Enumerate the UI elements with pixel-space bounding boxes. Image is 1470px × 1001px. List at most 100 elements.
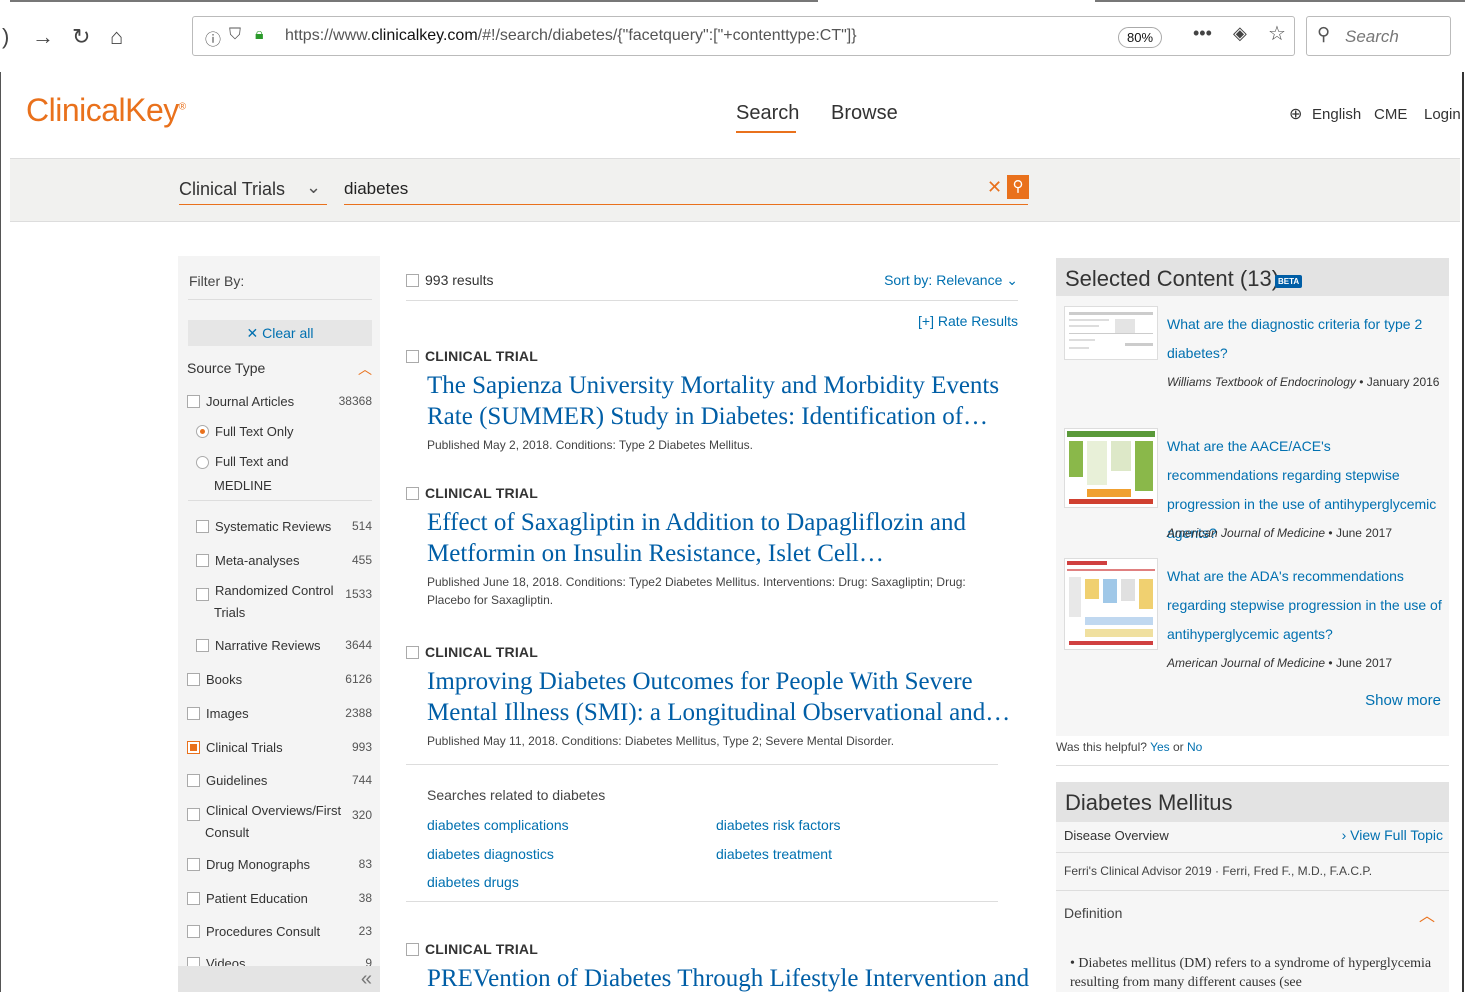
- filter-count: 744: [351, 773, 372, 787]
- content-type-select[interactable]: Clinical Trials: [179, 179, 285, 200]
- filter-patient-education[interactable]: Patient Education: [187, 891, 308, 906]
- selected-question-link[interactable]: What are the diagnostic criteria for typ…: [1167, 310, 1443, 368]
- feedback-no-link[interactable]: No: [1187, 740, 1202, 754]
- collapse-panel-button[interactable]: «: [178, 966, 380, 992]
- topic-title: Diabetes Mellitus: [1065, 790, 1233, 815]
- result-type[interactable]: CLINICAL TRIAL: [406, 941, 538, 957]
- feedback-yes-link[interactable]: Yes: [1150, 740, 1170, 754]
- flowchart-thumbnail[interactable]: [1064, 428, 1158, 508]
- result-item: CLINICAL TRIAL Improving Diabetes Outcom…: [406, 644, 1018, 754]
- related-search-link[interactable]: diabetes diagnostics: [427, 846, 554, 862]
- lock-icon[interactable]: 🔒︎: [255, 26, 264, 44]
- selected-question-link[interactable]: What are the ADA's recommendations regar…: [1167, 562, 1443, 649]
- definition-text: • Diabetes mellitus (DM) refers to a syn…: [1070, 956, 1432, 990]
- clear-all-button[interactable]: ✕ Clear all: [188, 320, 372, 346]
- clinicalkey-logo[interactable]: ClinicalKey®: [26, 92, 186, 129]
- related-search-link[interactable]: diabetes treatment: [716, 846, 832, 862]
- filter-count: 514: [351, 519, 372, 533]
- result-type[interactable]: CLINICAL TRIAL: [406, 485, 538, 501]
- globe-icon[interactable]: ⊕: [1289, 104, 1302, 124]
- result-meta: Published May 2, 2018. Conditions: Type …: [427, 438, 753, 452]
- select-underline: [179, 204, 327, 205]
- bookmark-star-icon[interactable]: ☆: [1268, 21, 1286, 46]
- result-item: CLINICAL TRIAL Effect of Saxagliptin in …: [406, 485, 1018, 625]
- topic-header: Diabetes Mellitus: [1056, 782, 1449, 822]
- zoom-indicator[interactable]: 80%: [1118, 27, 1163, 48]
- beta-badge: BETA: [1275, 275, 1303, 288]
- result-title-link[interactable]: Improving Diabetes Outcomes for People W…: [427, 666, 1012, 728]
- view-full-topic-link[interactable]: › View Full Topic: [1342, 827, 1443, 843]
- chevron-up-icon[interactable]: ︿: [1419, 902, 1435, 926]
- rate-results-link[interactable]: [+] Rate Results: [918, 313, 1018, 329]
- filter-journal-articles[interactable]: Journal Articles: [187, 394, 294, 409]
- result-title-link[interactable]: Effect of Saxagliptin in Addition to Dap…: [427, 507, 1012, 569]
- back-button[interactable]: ): [2, 24, 9, 50]
- forward-button[interactable]: →: [32, 24, 54, 50]
- home-button[interactable]: ⌂: [110, 24, 123, 50]
- browser-search-box[interactable]: ⚲ Search: [1306, 16, 1451, 56]
- chevron-down-icon[interactable]: ⌄: [306, 177, 321, 198]
- input-underline: [344, 204, 1028, 205]
- address-bar[interactable]: ⓘ ⛉ 🔒︎ https://www.clinicalkey.com/#!/se…: [192, 16, 1295, 56]
- result-meta: Published May 11, 2018. Conditions: Diab…: [427, 734, 895, 748]
- related-search-link[interactable]: diabetes risk factors: [716, 817, 841, 833]
- related-search-link[interactable]: diabetes complications: [427, 817, 569, 833]
- nav-search-tab[interactable]: Search: [736, 102, 799, 125]
- selected-content-header: Selected Content (13) BETA: [1056, 258, 1449, 296]
- filter-images[interactable]: Images: [187, 706, 249, 721]
- url-text[interactable]: https://www.clinicalkey.com/#!/search/di…: [285, 27, 857, 45]
- select-all-results[interactable]: 993 results: [406, 272, 493, 288]
- related-heading: Searches related to diabetes: [427, 787, 606, 803]
- shield-icon[interactable]: ⛉: [229, 26, 241, 44]
- filter-count: 38: [358, 891, 372, 905]
- search-input[interactable]: diabetes: [344, 179, 408, 199]
- filter-clinical-overviews[interactable]: Clinical Overviews/First Consult: [187, 800, 347, 844]
- page-actions-icon[interactable]: •••: [1193, 23, 1212, 44]
- pocket-icon[interactable]: ◈: [1233, 23, 1247, 44]
- chevron-down-icon: ⌄: [1006, 272, 1018, 288]
- radio-full-text-medline[interactable]: Full Text and MEDLINE: [196, 450, 306, 498]
- result-type[interactable]: CLINICAL TRIAL: [406, 348, 538, 364]
- filter-drug-monographs[interactable]: Drug Monographs: [187, 857, 310, 872]
- chevron-up-icon[interactable]: ︿: [358, 359, 372, 379]
- window-edge: [0, 0, 1, 992]
- result-item: CLINICAL TRIAL PREVention of Diabetes Th…: [406, 941, 1029, 1001]
- result-type[interactable]: CLINICAL TRIAL: [406, 644, 538, 660]
- login-link[interactable]: Login: [1424, 106, 1461, 123]
- divider: [1056, 765, 1449, 766]
- panel-title: Selected Content (13): [1065, 266, 1280, 291]
- chevron-right-icon: ›: [1341, 827, 1351, 843]
- chart-thumbnail[interactable]: [1064, 558, 1158, 650]
- search-icon: ⚲: [1317, 24, 1331, 44]
- selected-source: American Journal of Medicine • June 2017: [1167, 526, 1393, 540]
- filter-guidelines[interactable]: Guidelines: [187, 773, 267, 788]
- selected-content-panel: Selected Content (13) BETA What are the …: [1056, 258, 1449, 736]
- divider: [1056, 890, 1449, 891]
- result-item: CLINICAL TRIAL The Sapienza University M…: [406, 348, 1018, 468]
- filter-clinical-trials[interactable]: Clinical Trials: [187, 740, 283, 755]
- show-more-link[interactable]: Show more: [1365, 692, 1441, 709]
- related-search-link[interactable]: diabetes drugs: [427, 874, 519, 890]
- search-button[interactable]: ⚲: [1007, 175, 1029, 199]
- sort-dropdown[interactable]: Sort by: Relevance ⌄: [884, 272, 1018, 289]
- table-thumbnail[interactable]: [1064, 306, 1158, 360]
- result-title-link[interactable]: PREVention of Diabetes Through Lifestyle…: [427, 963, 1029, 994]
- cme-link[interactable]: CME: [1374, 106, 1407, 123]
- source-type-heading[interactable]: Source Type: [187, 360, 265, 376]
- language-link[interactable]: English: [1312, 106, 1361, 123]
- filter-narrative-reviews[interactable]: Narrative Reviews: [196, 638, 320, 653]
- filter-books[interactable]: Books: [187, 672, 242, 687]
- radio-full-text-only[interactable]: Full Text Only: [196, 424, 294, 439]
- filter-meta-analyses[interactable]: Meta-analyses: [196, 553, 300, 568]
- filter-randomized-control-trials[interactable]: Randomized Control Trials: [196, 580, 336, 624]
- filter-systematic-reviews[interactable]: Systematic Reviews: [196, 519, 331, 534]
- clear-search-icon[interactable]: ✕: [987, 177, 1002, 198]
- definition-toggle[interactable]: Definition: [1064, 905, 1122, 921]
- nav-browse-tab[interactable]: Browse: [831, 102, 898, 125]
- result-title-link[interactable]: The Sapienza University Mortality and Mo…: [427, 370, 1012, 432]
- filter-panel: Filter By: ✕ Clear all Source Type ︿ Jou…: [178, 256, 380, 992]
- divider: [406, 300, 1018, 301]
- info-icon[interactable]: ⓘ: [205, 26, 221, 50]
- filter-procedures-consult[interactable]: Procedures Consult: [187, 924, 320, 939]
- reload-button[interactable]: ↻: [72, 24, 90, 50]
